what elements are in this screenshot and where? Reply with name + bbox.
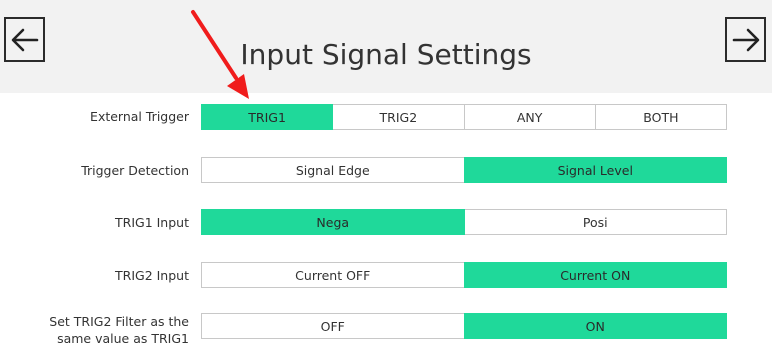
arrow-left-icon (11, 28, 38, 51)
external-trigger-option-trig1[interactable]: TRIG1 (201, 104, 334, 130)
trigger-detection-option-signal-edge[interactable]: Signal Edge (201, 157, 465, 183)
input-signal-settings-screen: Input Signal Settings External Trigger T… (0, 0, 772, 351)
arrow-right-icon (732, 28, 759, 51)
trig1-input-option-posi[interactable]: Posi (463, 209, 727, 235)
trig2-filter-option-off[interactable]: OFF (201, 313, 465, 339)
trig2-filter-option-on[interactable]: ON (463, 313, 727, 339)
trig2-filter-selector: OFF ON (201, 313, 727, 339)
external-trigger-option-trig2[interactable]: TRIG2 (332, 104, 465, 130)
trig2-filter-label: Set TRIG2 Filter as the same value as TR… (49, 313, 189, 347)
header-bar: Input Signal Settings (0, 0, 772, 93)
trig2-filter-label-line1: Set TRIG2 Filter as the (49, 314, 189, 329)
trig1-input-option-nega[interactable]: Nega (201, 209, 465, 235)
external-trigger-label: External Trigger (90, 109, 189, 124)
trig2-input-option-current-off[interactable]: Current OFF (201, 262, 465, 288)
trigger-detection-option-signal-level[interactable]: Signal Level (463, 157, 727, 183)
trigger-detection-label: Trigger Detection (81, 163, 189, 178)
page-title: Input Signal Settings (240, 38, 532, 71)
trig2-input-option-current-on[interactable]: Current ON (463, 262, 727, 288)
external-trigger-selector: TRIG1 TRIG2 ANY BOTH (201, 104, 727, 130)
external-trigger-option-both[interactable]: BOTH (594, 104, 727, 130)
back-button[interactable] (4, 17, 45, 62)
trig2-filter-label-line2: same value as TRIG1 (57, 331, 189, 346)
forward-button[interactable] (725, 17, 766, 62)
trig2-input-selector: Current OFF Current ON (201, 262, 727, 288)
trig1-input-selector: Nega Posi (201, 209, 727, 235)
trigger-detection-selector: Signal Edge Signal Level (201, 157, 727, 183)
external-trigger-option-any[interactable]: ANY (463, 104, 596, 130)
trig1-input-label: TRIG1 Input (115, 215, 189, 230)
trig2-input-label: TRIG2 Input (115, 268, 189, 283)
